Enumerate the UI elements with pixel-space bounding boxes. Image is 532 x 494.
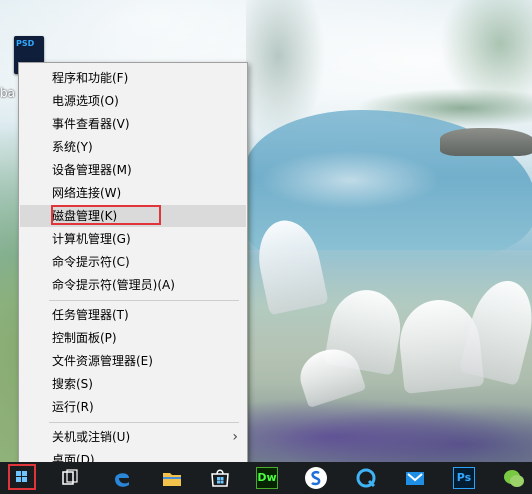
wechat-button[interactable] — [502, 466, 526, 490]
edge-button[interactable] — [110, 466, 134, 490]
wechat-icon — [504, 470, 524, 487]
menu-item-control-panel[interactable]: 控制面板(P) — [20, 327, 246, 349]
browser-q-button[interactable] — [354, 466, 378, 490]
menu-item-shutdown-signout[interactable]: 关机或注销(U) › — [20, 426, 246, 448]
file-explorer-button[interactable] — [160, 466, 184, 490]
store-bag-icon — [211, 469, 229, 487]
dreamweaver-icon: Dw — [256, 467, 278, 489]
menu-item-command-prompt[interactable]: 命令提示符(C) — [20, 251, 246, 273]
wallpaper-reflection — [260, 150, 440, 210]
menu-item-computer-management[interactable]: 计算机管理(G) — [20, 228, 246, 250]
mail-button[interactable] — [403, 466, 427, 490]
menu-item-system[interactable]: 系统(Y) — [20, 136, 246, 158]
task-view-icon — [62, 469, 78, 485]
dreamweaver-button[interactable]: Dw — [255, 466, 279, 490]
menu-item-file-explorer[interactable]: 文件资源管理器(E) — [20, 350, 246, 372]
browser-q-icon — [356, 468, 376, 488]
sogou-button[interactable] — [304, 466, 328, 490]
menu-item-command-prompt-admin[interactable]: 命令提示符(管理员)(A) — [20, 274, 246, 296]
menu-item-run[interactable]: 运行(R) — [20, 396, 246, 418]
menu-item-network-connections[interactable]: 网络连接(W) — [20, 182, 246, 204]
menu-item-event-viewer[interactable]: 事件查看器(V) — [20, 113, 246, 135]
winx-context-menu: 程序和功能(F) 电源选项(O) 事件查看器(V) 系统(Y) 设备管理器(M)… — [18, 62, 248, 476]
highlight-box — [51, 205, 161, 225]
desktop-icon-label: ba — [0, 86, 15, 100]
menu-separator — [49, 300, 239, 301]
photoshop-button[interactable]: Ps — [452, 466, 476, 490]
store-button[interactable] — [208, 466, 232, 490]
menu-item-search[interactable]: 搜索(S) — [20, 373, 246, 395]
wallpaper-rock — [440, 128, 532, 156]
menu-item-programs-features[interactable]: 程序和功能(F) — [20, 67, 246, 89]
wallpaper-flowers — [245, 395, 532, 465]
psd-tag: PSD — [16, 39, 35, 48]
menu-item-device-manager[interactable]: 设备管理器(M) — [20, 159, 246, 181]
folder-icon — [163, 473, 181, 486]
sogou-icon — [305, 467, 327, 489]
chevron-right-icon: › — [232, 429, 238, 445]
menu-item-task-manager[interactable]: 任务管理器(T) — [20, 304, 246, 326]
edge-icon — [115, 473, 129, 487]
menu-item-power-options[interactable]: 电源选项(O) — [20, 90, 246, 112]
mail-icon — [406, 472, 424, 485]
start-button[interactable] — [8, 464, 36, 490]
menu-item-label: 关机或注销(U) — [52, 430, 131, 444]
photoshop-icon: Ps — [453, 467, 475, 489]
highlight-box — [8, 464, 36, 490]
menu-separator — [49, 422, 239, 423]
task-view-button[interactable] — [58, 466, 82, 490]
